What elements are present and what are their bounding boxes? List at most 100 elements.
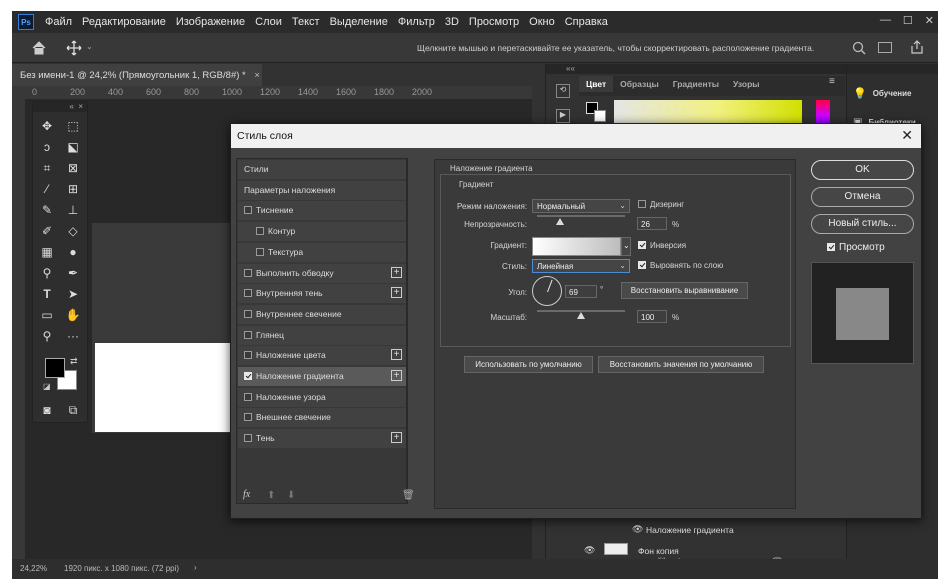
style-checkbox[interactable] xyxy=(244,372,252,380)
menu-item[interactable]: Изображение xyxy=(171,16,250,28)
panel-tab[interactable]: Цвет xyxy=(579,76,614,92)
healing-brush-icon[interactable]: ⊞ xyxy=(65,181,81,197)
path-select-icon[interactable]: ➤ xyxy=(65,286,81,302)
add-effect-icon[interactable]: + xyxy=(391,432,402,444)
move-tool-icon[interactable] xyxy=(66,40,82,56)
style-checkbox[interactable] xyxy=(256,227,264,236)
workspace-icon[interactable] xyxy=(878,42,892,53)
swap-colors-icon[interactable]: ⇄ xyxy=(70,356,78,367)
opacity-slider-thumb[interactable] xyxy=(555,218,564,225)
style-checkbox[interactable] xyxy=(244,434,252,443)
style-list-item[interactable]: Наложение узора xyxy=(238,387,406,407)
brush-tool-icon[interactable]: ✎ xyxy=(39,202,55,218)
style-dropdown[interactable]: Линейная ⌄ xyxy=(532,259,630,273)
style-list-item[interactable]: Выполнить обводку + xyxy=(238,263,406,283)
add-effect-icon[interactable]: + xyxy=(391,370,402,381)
style-checkbox[interactable] xyxy=(244,413,252,422)
style-list-item[interactable]: Контур xyxy=(238,222,406,242)
pen-tool-icon[interactable]: ✒ xyxy=(65,265,81,281)
add-effect-icon[interactable]: + xyxy=(391,266,402,278)
default-colors-icon[interactable]: ◪ xyxy=(43,382,51,391)
style-list-item[interactable]: Внешнее свечение xyxy=(238,408,406,428)
dither-checkbox[interactable]: Дизеринг xyxy=(638,200,684,209)
panel-collapse-bar[interactable]: «« xyxy=(546,64,846,74)
learn-panel-item[interactable]: 💡 Обучение xyxy=(853,82,937,104)
opacity-input[interactable]: 26 xyxy=(637,217,667,230)
dialog-close-icon[interactable]: ✕ xyxy=(901,127,913,144)
more-tools-icon[interactable]: ··· xyxy=(65,328,81,344)
eraser-tool-icon[interactable]: ◇ xyxy=(65,223,81,239)
style-list-item[interactable]: Наложение градиента + xyxy=(238,367,406,386)
menu-item[interactable]: Слои xyxy=(250,16,287,28)
panel-menu-icon[interactable]: ≡ xyxy=(829,76,835,87)
menu-item[interactable]: Выделение xyxy=(325,16,393,28)
add-effect-icon[interactable]: + xyxy=(391,349,402,361)
style-checkbox[interactable] xyxy=(244,268,252,277)
style-list-item[interactable]: Параметры наложения xyxy=(238,180,406,200)
menu-item[interactable]: Редактирование xyxy=(77,16,171,28)
marquee-tool-icon[interactable]: ⬚ xyxy=(65,118,81,134)
type-tool-icon[interactable]: T xyxy=(39,286,55,302)
lasso-tool-icon[interactable]: ↄ xyxy=(39,139,55,155)
move-down-icon[interactable]: ⬇ xyxy=(287,490,295,501)
close-tab-icon[interactable]: × xyxy=(254,70,260,81)
search-icon[interactable] xyxy=(852,41,866,55)
history-panel-icon[interactable]: ⟲ xyxy=(556,84,570,98)
trash-icon[interactable]: 🗑 xyxy=(402,490,415,501)
stamp-tool-icon[interactable]: ⊥ xyxy=(65,202,81,218)
list-scrollbar[interactable] xyxy=(406,159,408,503)
zoom-level[interactable]: 24,22% xyxy=(20,564,47,573)
menu-item[interactable]: Справка xyxy=(560,16,613,28)
style-list-item[interactable]: Стили xyxy=(238,160,406,179)
zoom-tool-icon[interactable]: ⚲ xyxy=(39,328,55,344)
opacity-slider-track[interactable] xyxy=(537,215,625,217)
style-list-item[interactable]: Внутренняя тень + xyxy=(238,284,406,304)
reset-alignment-button[interactable]: Восстановить выравнивание xyxy=(621,282,748,299)
actions-panel-icon[interactable]: ▶ xyxy=(556,109,570,123)
gradient-tool-icon[interactable]: ▦ xyxy=(39,244,55,260)
chevron-right-icon[interactable]: › xyxy=(194,563,197,572)
menu-item[interactable]: Файл xyxy=(40,16,77,28)
add-effect-icon[interactable]: + xyxy=(391,287,402,299)
move-tool-icon[interactable]: ✥ xyxy=(39,118,55,134)
dodge-tool-icon[interactable]: ⚲ xyxy=(39,265,55,281)
menu-item[interactable]: Окно xyxy=(524,16,560,28)
gradient-preview[interactable] xyxy=(532,237,621,256)
panel-tab[interactable]: Градиенты xyxy=(666,76,726,92)
style-checkbox[interactable] xyxy=(244,289,252,298)
reset-default-button[interactable]: Восстановить значения по умолчанию xyxy=(598,356,764,373)
preview-checkbox[interactable]: Просмотр xyxy=(827,242,885,253)
fx-icon[interactable]: fx xyxy=(243,489,250,500)
angle-input[interactable]: 69 xyxy=(565,285,597,298)
visibility-eye-icon[interactable]: 👁 xyxy=(632,524,643,535)
rectangle-tool-icon[interactable]: ▭ xyxy=(39,307,55,323)
menu-item[interactable]: Фильтр xyxy=(393,16,440,28)
crop-tool-icon[interactable]: ⌗ xyxy=(39,160,55,176)
share-icon[interactable] xyxy=(910,40,924,54)
ok-button[interactable]: OK xyxy=(811,160,914,180)
quick-select-icon[interactable]: ⬕ xyxy=(65,139,81,155)
style-checkbox[interactable] xyxy=(244,206,252,215)
home-icon[interactable] xyxy=(32,41,46,55)
panel-bg-swatch[interactable] xyxy=(594,110,606,122)
foreground-color-swatch[interactable] xyxy=(45,358,65,378)
eyedropper-icon[interactable]: ⁄ xyxy=(39,181,55,197)
style-list-item[interactable]: Глянец xyxy=(238,325,406,345)
scale-input[interactable]: 100 xyxy=(637,310,667,323)
style-checkbox[interactable] xyxy=(244,351,252,360)
minimize-button[interactable]: — xyxy=(880,14,891,27)
visibility-eye-icon[interactable]: 👁 xyxy=(584,545,595,556)
style-checkbox[interactable] xyxy=(244,330,252,339)
style-list-item[interactable]: Текстура xyxy=(238,242,406,262)
blur-tool-icon[interactable]: ● xyxy=(65,244,81,260)
cancel-button[interactable]: Отмена xyxy=(811,187,914,207)
reverse-checkbox[interactable]: Инверсия xyxy=(638,241,686,250)
panel-tab[interactable]: Узоры xyxy=(726,76,767,92)
style-list-item[interactable]: Наложение цвета + xyxy=(238,346,406,366)
scale-slider-thumb[interactable] xyxy=(577,312,585,319)
menu-item[interactable]: Просмотр xyxy=(464,16,524,28)
style-checkbox[interactable] xyxy=(244,392,252,401)
hand-tool-icon[interactable]: ✋ xyxy=(65,307,81,323)
angle-dial[interactable] xyxy=(532,276,562,306)
document-tab[interactable]: Без имени-1 @ 24,2% (Прямоугольник 1, RG… xyxy=(12,64,262,86)
